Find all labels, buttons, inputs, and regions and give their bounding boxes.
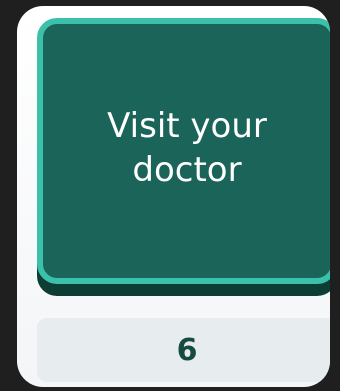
- count-badge: 6: [37, 318, 330, 382]
- count-value: 6: [176, 332, 198, 368]
- tile-label: Visit your doctor: [107, 106, 267, 190]
- visit-doctor-tile[interactable]: Visit your doctor: [37, 18, 330, 284]
- action-card: Visit your doctor 6: [17, 6, 330, 387]
